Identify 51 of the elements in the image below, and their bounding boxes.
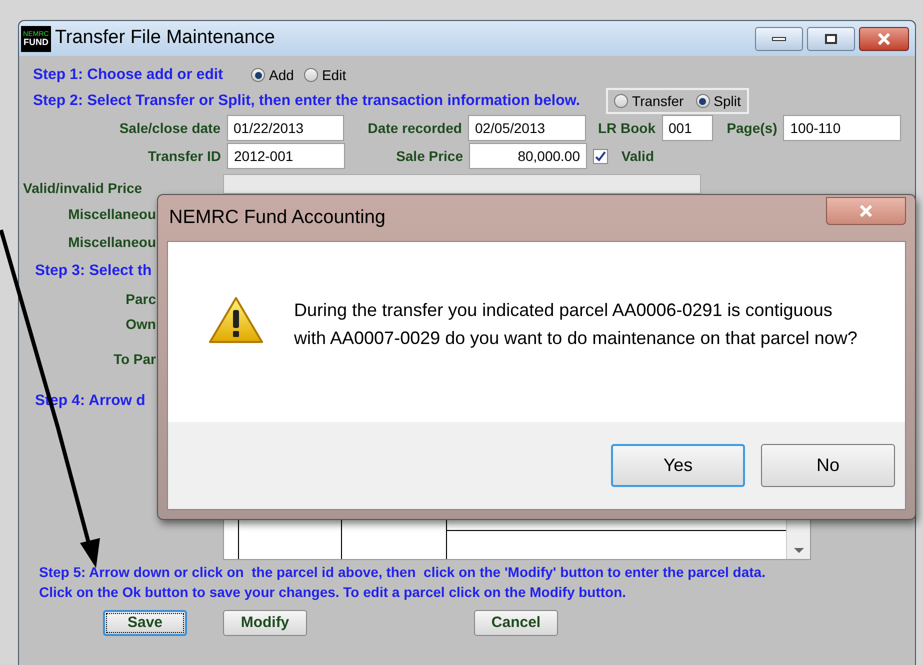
step-instruction: Step 1: Choose add or edit <box>33 64 224 85</box>
dialog-button[interactable]: Save <box>103 610 187 636</box>
radio-button[interactable] <box>251 68 266 82</box>
text-field[interactable]: 2012-001 <box>227 143 345 169</box>
radio-button[interactable] <box>614 94 628 108</box>
dialog-message: During the transfer you indicated parcel AA0006-0291 is contiguous with AA0007-0029 do you want to do maintenance on that parcel now? <box>294 299 858 350</box>
field-label: Own <box>126 315 156 334</box>
text-field[interactable]: 02/05/2013 <box>468 115 586 141</box>
step-instruction: Step 3: Select th <box>35 261 152 281</box>
radio-button[interactable] <box>304 68 318 82</box>
step-instruction: Step 2: Select Transfer or Split, then enter the transaction information below. <box>33 90 580 111</box>
close-icon <box>858 205 874 217</box>
dialog-title: NEMRC Fund Accounting <box>168 206 386 230</box>
close-button[interactable] <box>826 197 906 225</box>
field-label: Page(s) <box>726 118 778 138</box>
check-icon <box>595 150 606 162</box>
step-instruction: Step 5: Arrow down or click on the parcel id above, then click on the 'Modify' button to enter the parcel data. <box>38 563 766 582</box>
checkbox[interactable] <box>593 148 608 164</box>
field-label: Valid/invalid Price <box>23 179 142 198</box>
field-label: Sale Price <box>395 146 463 166</box>
warning-icon <box>208 296 264 344</box>
field-label: Miscellaneou <box>68 205 156 224</box>
field-label: LR Book <box>596 118 656 138</box>
text-field[interactable] <box>223 174 701 194</box>
field-label: Parc <box>126 290 156 309</box>
field-label: Date recorded <box>366 118 462 138</box>
maximize-button[interactable] <box>807 26 855 50</box>
text-field[interactable]: 100-110 <box>783 115 901 141</box>
dialog-button[interactable]: Modify <box>223 610 307 636</box>
radio-label: Edit <box>322 66 346 84</box>
dialog-button[interactable]: No <box>761 444 895 487</box>
field-label: Valid <box>620 146 654 166</box>
text-field[interactable]: 80,000.00 <box>469 143 587 169</box>
text-field[interactable]: 01/22/2013 <box>226 115 344 141</box>
field-label: Transfer ID <box>146 146 221 166</box>
field-label: Miscellaneou <box>68 233 156 252</box>
radio-label: Add <box>269 66 294 84</box>
window-title: Transfer File Maintenance <box>55 26 276 50</box>
dialog-button[interactable]: Yes <box>611 444 745 487</box>
field-label: To Par <box>113 350 156 369</box>
text-field[interactable]: 001 <box>662 115 714 141</box>
field-label: Sale/close date <box>118 118 221 138</box>
dialog-button[interactable]: Cancel <box>474 610 558 636</box>
close-icon <box>877 32 891 44</box>
radio-label: Transfer <box>632 92 684 110</box>
step-instruction: Click on the Ok button to save your changes. To edit a parcel click on the Modify button. <box>38 583 626 602</box>
radio-button[interactable] <box>696 94 710 108</box>
radio-label: Split <box>714 92 741 111</box>
minimize-button[interactable] <box>755 26 803 50</box>
scroll-down-icon <box>794 548 804 553</box>
close-button[interactable] <box>859 26 909 50</box>
